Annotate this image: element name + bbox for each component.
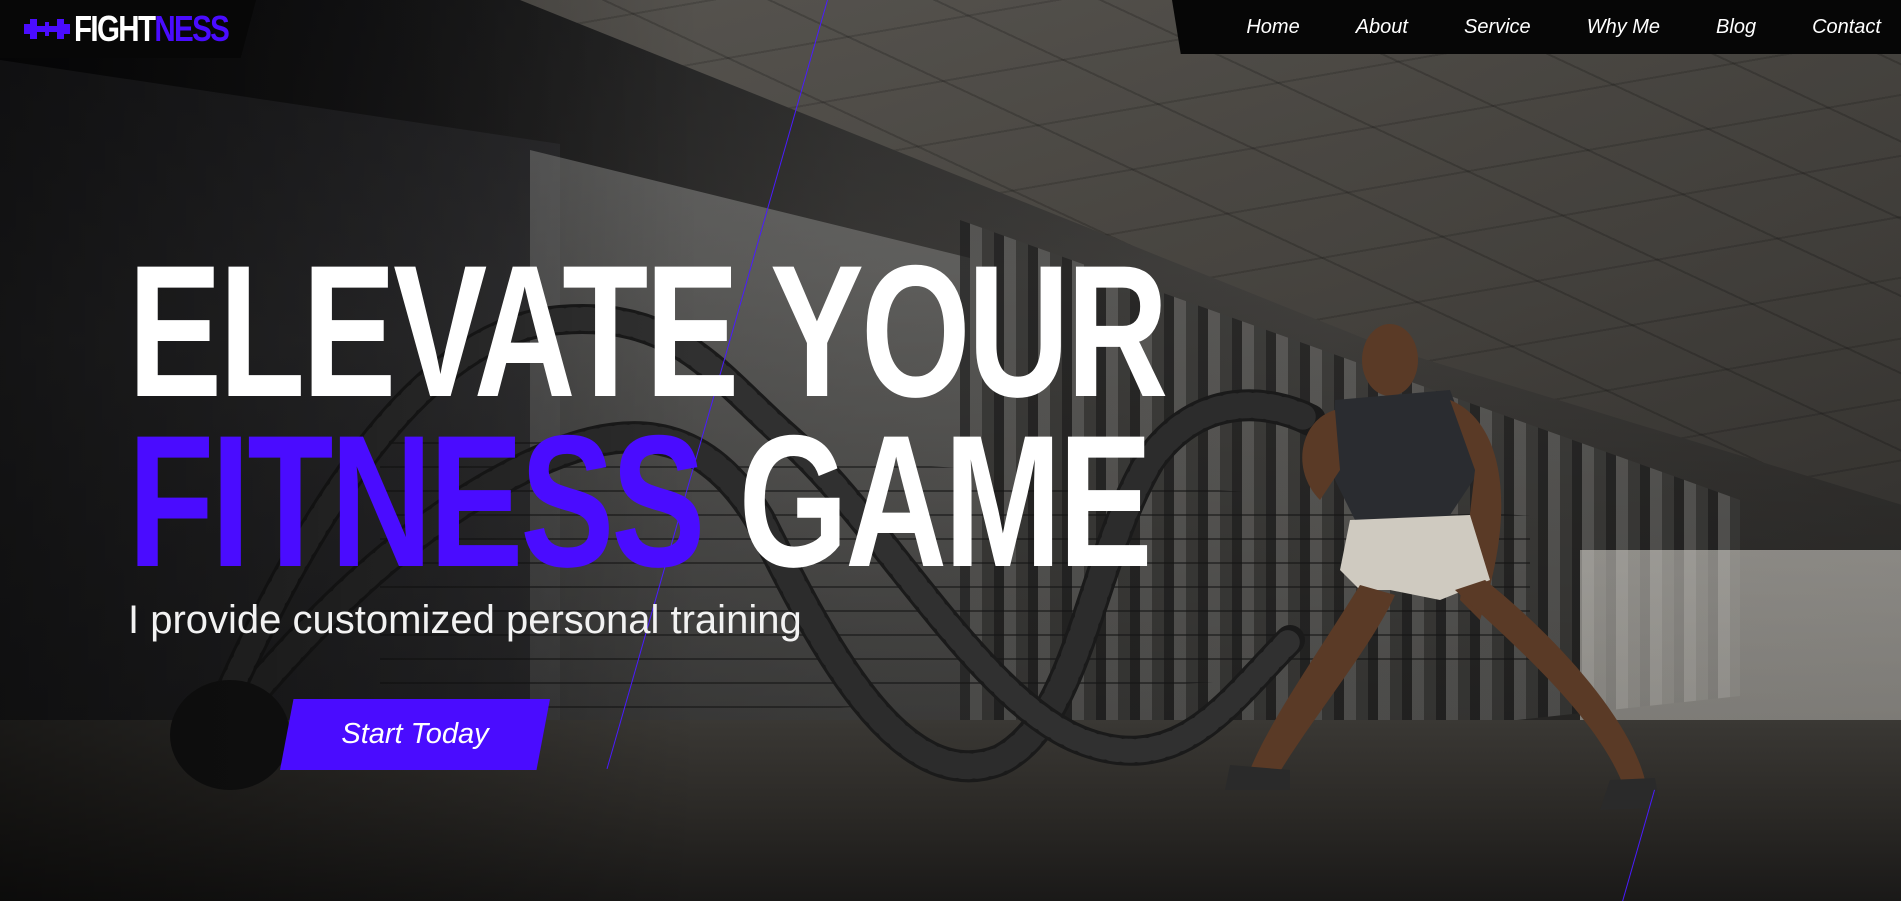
dumbbell-icon <box>24 14 70 44</box>
nav-service[interactable]: Service <box>1464 16 1531 39</box>
hero-headline: ELEVATE YOUR FITNESS GAME <box>128 237 1168 595</box>
start-today-button[interactable]: Start Today <box>280 699 550 770</box>
brand-name: FIGHTNESS <box>74 8 230 49</box>
nav-contact[interactable]: Contact <box>1812 16 1881 39</box>
headline-accent-word: FITNESS <box>128 396 705 606</box>
nav-why-me[interactable]: Why Me <box>1587 16 1660 39</box>
headline-line2-rest: GAME <box>738 396 1153 606</box>
main-navigation: Home About Service Why Me Blog Contact <box>1172 0 1901 54</box>
nav-blog[interactable]: Blog <box>1716 16 1756 39</box>
brand-name-part1: FIGHT <box>74 8 156 49</box>
nav-home[interactable]: Home <box>1246 16 1299 39</box>
brand-name-part2: NESS <box>154 8 229 49</box>
brand-logo[interactable]: FIGHTNESS <box>0 0 256 58</box>
hero-subtitle: I provide customized personal training <box>128 598 802 642</box>
nav-about[interactable]: About <box>1356 16 1408 39</box>
